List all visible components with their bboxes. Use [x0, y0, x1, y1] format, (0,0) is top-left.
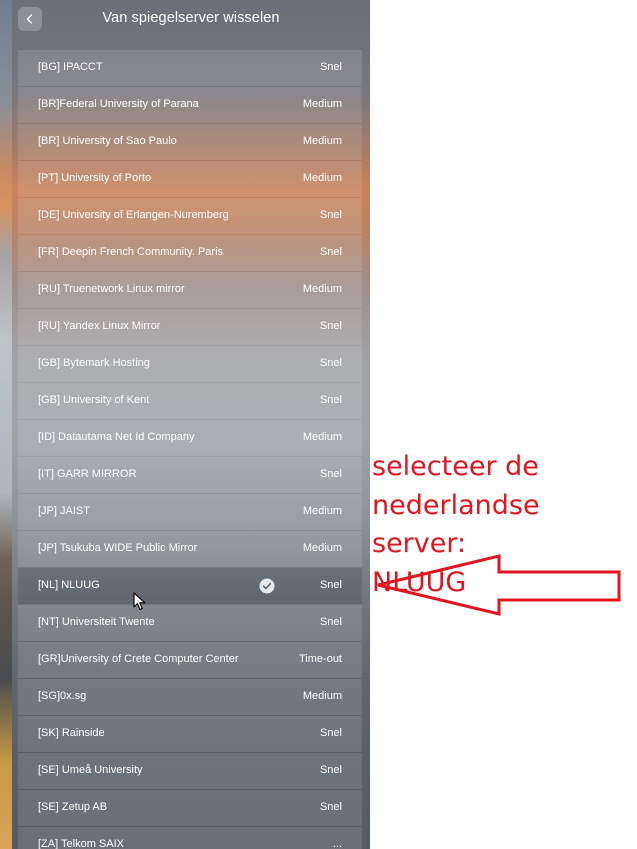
mirror-name: [NL] NLUUG — [38, 579, 100, 591]
mirror-row[interactable]: [IT] GARR MIRROR Snel — [18, 457, 362, 493]
desktop-wallpaper — [0, 0, 12, 849]
mirror-list: [BG] IPACCT Snel [BR]Federal University of… — [18, 50, 362, 849]
mirror-speed: Snel — [319, 727, 342, 739]
mirror-name: [BG] IPACCT — [38, 61, 103, 73]
mirror-row[interactable]: [NT] Universiteit Twente Snel — [18, 605, 362, 641]
mirror-row[interactable]: [ID] Datautama Net Id Company Medium — [18, 420, 362, 456]
arrow-left-icon — [377, 554, 621, 616]
mirror-speed: ... — [332, 838, 342, 849]
mirror-row[interactable]: [RU] Truenetwork Linux mirror Medium — [18, 272, 362, 308]
mirror-name: [RU] Yandex Linux Mirror — [38, 320, 161, 332]
mirror-name: [FR] Deepin French Community. Paris — [38, 246, 224, 258]
mirror-name: [BR]Federal University of Parana — [38, 98, 199, 110]
mirror-name: [JP] Tsukuba WIDE Public Mirror — [38, 542, 198, 554]
mirror-speed: Medium — [302, 431, 342, 443]
mirror-name: [SE] Zetup AB — [38, 801, 108, 813]
mirror-name: [PT] University of Porto — [38, 172, 152, 184]
mirror-speed: Snel — [319, 61, 342, 73]
screen: Van spiegelserver wisselen [BG] IPACCT Sn… — [0, 0, 637, 849]
checkmark-circle-icon — [259, 578, 275, 594]
mirror-speed: Medium — [302, 135, 342, 147]
mirror-row[interactable]: [JP] JAIST Medium — [18, 494, 362, 530]
mirror-speed: Medium — [302, 690, 342, 702]
mirror-speed: Snel — [319, 357, 342, 369]
annotation-line: selecteer de — [372, 451, 539, 482]
mirror-speed: Medium — [302, 172, 342, 184]
mirror-row[interactable]: [SE] Zetup AB Snel — [18, 790, 362, 826]
mirror-name: [ZA] Telkom SAIX — [38, 838, 124, 849]
mirror-speed: Snel — [319, 209, 342, 221]
mirror-name: [ID] Datautama Net Id Company — [38, 431, 195, 443]
mirror-speed: Medium — [302, 283, 342, 295]
mirror-name: [GB] Bytemark Hosting — [38, 357, 150, 369]
mirror-name: [IT] GARR MIRROR — [38, 468, 137, 480]
mirror-name: [RU] Truenetwork Linux mirror — [38, 283, 185, 295]
annotation-line: nederlandse server: — [372, 489, 540, 560]
mirror-row[interactable]: [RU] Yandex Linux Mirror Snel — [18, 309, 362, 345]
mirror-speed: Medium — [302, 505, 342, 517]
mirror-speed: Snel — [319, 468, 342, 480]
mirror-speed: Snel — [319, 320, 342, 332]
panel-title: Van spiegelserver wisselen — [102, 10, 280, 26]
mirror-name: [GB] University of Kent — [38, 394, 150, 406]
mirror-name: [NT] Universiteit Twente — [38, 616, 155, 628]
mirror-name: [SK] Rainside — [38, 727, 105, 739]
mirror-row[interactable]: [BR]Federal University of Parana Medium — [18, 87, 362, 123]
mirror-row[interactable]: [DE] University of Erlangen-Nuremberg Sne… — [18, 198, 362, 234]
mirror-row[interactable]: [NL] NLUUG Snel — [18, 568, 362, 604]
mirror-speed: Snel — [319, 616, 342, 628]
mirror-row[interactable]: [GR]University of Crete Computer Center T… — [18, 642, 362, 678]
mirror-row[interactable]: [SG]0x.sg Medium — [18, 679, 362, 715]
mirror-speed: Snel — [319, 801, 342, 813]
mirror-row[interactable]: [FR] Deepin French Community. Paris Snel — [18, 235, 362, 271]
mirror-name: [JP] JAIST — [38, 505, 90, 517]
mirror-speed: Medium — [302, 542, 342, 554]
panel-header: Van spiegelserver wisselen — [12, 0, 370, 40]
mirror-speed: Time-out — [299, 653, 342, 665]
mirror-row[interactable]: [ZA] Telkom SAIX... — [18, 827, 362, 849]
mirror-speed: Snel — [319, 764, 342, 776]
mirror-name: [DE] University of Erlangen-Nuremberg — [38, 209, 229, 221]
mirror-row[interactable]: [BR] University of Sao Paulo Medium — [18, 124, 362, 160]
mirror-row[interactable]: [GB] Bytemark Hosting Snel — [18, 346, 362, 382]
mirror-row[interactable]: [GB] University of Kent Snel — [18, 383, 362, 419]
mirror-name: [GR]University of Crete Computer Center — [38, 653, 239, 665]
mirror-row[interactable]: [JP] Tsukuba WIDE Public Mirror Medium — [18, 531, 362, 567]
mirror-switch-panel: Van spiegelserver wisselen [BG] IPACCT Sn… — [12, 0, 370, 849]
mirror-name: [BR] University of Sao Paulo — [38, 135, 177, 147]
mirror-name: [SG]0x.sg — [38, 690, 87, 702]
mirror-row[interactable]: [SE] Umeå University Snel — [18, 753, 362, 789]
mirror-speed: Snel — [319, 246, 342, 258]
mirror-name: [SE] Umeå University — [38, 764, 143, 776]
mirror-speed: Snel — [319, 579, 342, 591]
mirror-speed: Medium — [302, 98, 342, 110]
mirror-row[interactable]: [BG] IPACCT Snel — [18, 50, 362, 86]
mirror-row[interactable]: [SK] Rainside Snel — [18, 716, 362, 752]
mirror-speed: Snel — [319, 394, 342, 406]
mirror-row[interactable]: [PT] University of Porto Medium — [18, 161, 362, 197]
